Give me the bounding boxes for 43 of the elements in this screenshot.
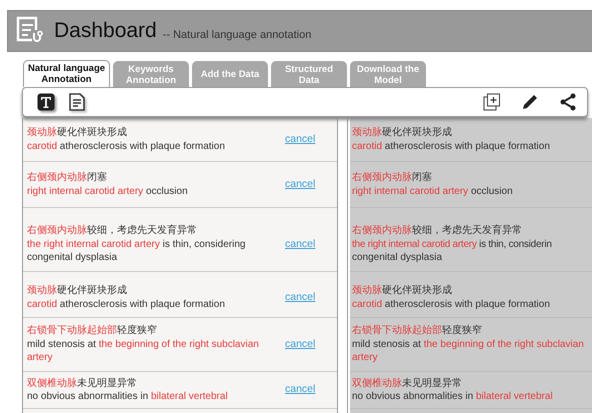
- english-translation: right internal carotid artery occlusion: [27, 184, 189, 198]
- page-subtitle: -- Natural language annotation: [162, 29, 312, 41]
- document-icon[interactable]: [69, 93, 85, 111]
- english-translation: mild stenosis at the beginning of the right subclavian artery: [352, 338, 585, 365]
- english-translation: carotid atherosclerosis with plaque formation: [352, 298, 551, 311]
- english-translation: no obvious abnormalities in bilateral vertebral: [27, 390, 229, 404]
- chinese-term: 右锁骨下动脉起始部轻度狭窄: [352, 324, 483, 338]
- chinese-term: 颈动脉硬化伴斑块形成: [352, 126, 453, 140]
- english-translation: right internal carotid artery occlusion: [352, 184, 514, 198]
- cancel-link[interactable]: cancel: [285, 290, 316, 304]
- chinese-term: 双侧椎动脉未见明显异常: [27, 376, 138, 390]
- chinese-term: 颈动脉硬化伴斑块形成: [27, 126, 128, 140]
- share-icon[interactable]: [559, 93, 577, 111]
- english-translation: the right internal carotid artery is thin, considerin: [352, 238, 553, 252]
- english-translation: no obvious abnormalities in bilateral vertebral: [352, 390, 554, 404]
- cancel-link[interactable]: cancel: [285, 178, 316, 192]
- chinese-term: 右侧颈内动脉闭塞: [27, 171, 108, 184]
- chinese-term: 右侧颈内动脉较细，考虑先天发育异常: [352, 224, 523, 238]
- english-translation: carotid atherosclerosis with plaque formation: [27, 140, 226, 153]
- cancel-link[interactable]: cancel: [285, 238, 316, 252]
- pencil-icon[interactable]: [521, 93, 539, 111]
- chinese-term: 双侧椎动脉未见明显异常: [352, 376, 463, 390]
- english-translation: mild stenosis at the beginning of the right subclavian artery: [27, 338, 260, 365]
- cancel-link[interactable]: cancel: [285, 132, 316, 146]
- chinese-term: 颈动脉硬化伴斑块形成: [27, 284, 128, 298]
- tab[interactable]: Download the Model: [350, 61, 426, 87]
- chinese-term: 右侧颈内动脉闭塞: [352, 171, 433, 184]
- tab[interactable]: Natural language Annotation: [23, 60, 110, 87]
- chinese-term: 颈动脉硬化伴斑块形成: [352, 284, 453, 298]
- cancel-link[interactable]: cancel: [285, 338, 316, 352]
- chinese-term: 右锁骨下动脉起始部轻度狭窄: [27, 324, 158, 338]
- add-icon[interactable]: [483, 93, 501, 111]
- english-translation: carotid atherosclerosis with plaque formation: [27, 298, 226, 311]
- page-title: Dashboard: [54, 19, 157, 43]
- english-translation: the right internal carotid artery is thin, considering congenital dysplasia: [27, 238, 246, 265]
- tab[interactable]: Keywords Annotation: [113, 61, 189, 87]
- tab[interactable]: Add the Data: [192, 61, 268, 87]
- english-translation: carotid atherosclerosis with plaque formation: [352, 140, 551, 153]
- chinese-term: 右侧颈内动脉较细，考虑先天发育异常: [27, 224, 198, 238]
- english-translation: congenital dysplasia: [352, 251, 444, 265]
- tab[interactable]: Structured Data: [271, 61, 347, 87]
- text-tool-icon[interactable]: [37, 93, 55, 111]
- cancel-link[interactable]: cancel: [285, 383, 316, 397]
